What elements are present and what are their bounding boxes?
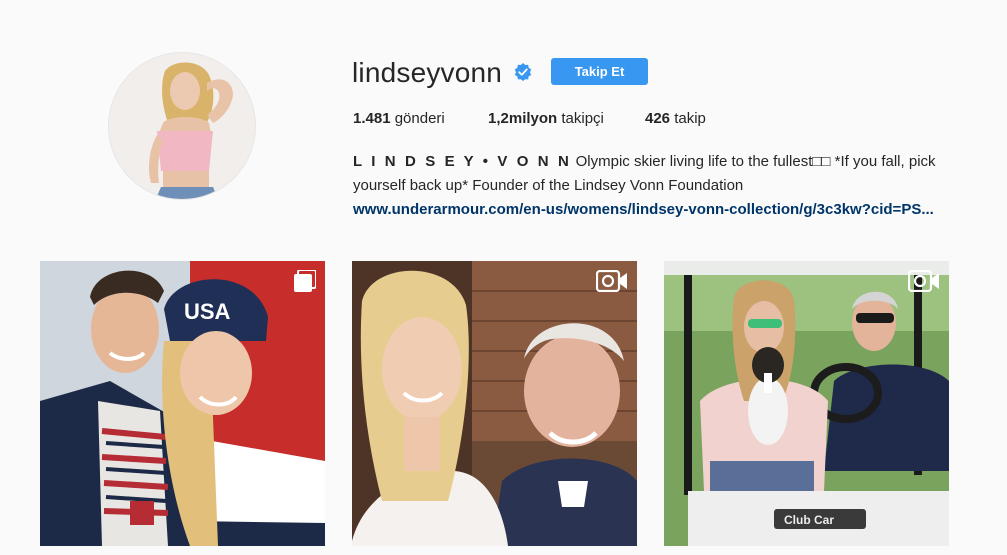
post-thumbnail-3[interactable]: Club Car (664, 261, 949, 546)
svg-text:USA: USA (184, 299, 231, 324)
follow-button[interactable]: Takip Et (551, 58, 648, 85)
posts-count: 1.481 (353, 110, 391, 127)
profile-avatar[interactable] (108, 52, 256, 200)
video-camera-icon (596, 270, 628, 292)
bio-full-name: L I N D S E Y • V O N N (353, 153, 572, 170)
verified-badge-icon (514, 63, 532, 81)
post-image-2 (352, 261, 637, 546)
avatar-image (109, 53, 255, 199)
following-label: takip (674, 110, 706, 127)
post-image-1: USA (40, 261, 325, 546)
video-camera-icon (908, 270, 940, 292)
post-image-3: Club Car (664, 261, 949, 546)
profile-bio: L I N D S E Y • V O N N Olympic skier li… (353, 150, 953, 222)
stat-posts: 1.481 gönderi (353, 110, 445, 128)
followers-label: takipçi (561, 110, 604, 127)
profile-username: lindseyvonn (352, 57, 503, 88)
svg-text:Club Car: Club Car (784, 513, 834, 527)
stat-followers-link[interactable]: 1,2milyon takipçi (488, 110, 604, 128)
bio-website-link[interactable]: www.underarmour.com/en-us/womens/lindsey… (353, 198, 953, 222)
following-count: 426 (645, 110, 671, 127)
stat-following-link[interactable]: 426 takip (645, 110, 706, 128)
multiple-photos-icon (294, 270, 316, 292)
post-thumbnail-1[interactable]: USA (40, 261, 325, 546)
posts-label: gönderi (394, 110, 445, 127)
followers-count: 1,2milyon (488, 110, 558, 127)
post-thumbnail-2[interactable] (352, 261, 637, 546)
